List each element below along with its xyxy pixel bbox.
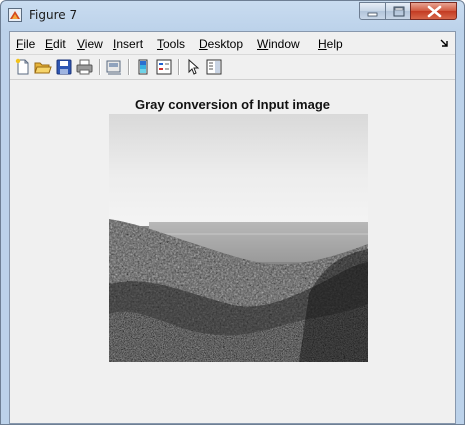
menu-help[interactable]: Help — [318, 37, 343, 51]
figure-client-area: File Edit View Insert Tools Desktop Wind… — [9, 31, 456, 424]
menu-desktop[interactable]: Desktop — [199, 37, 243, 51]
menu-tools[interactable]: Tools — [157, 37, 185, 51]
close-icon — [427, 5, 442, 18]
menu-window-mnemonic: W — [257, 37, 269, 51]
save-figure-icon[interactable] — [55, 58, 73, 76]
figure-canvas: Gray conversion of Input image — [10, 80, 455, 423]
show-plot-tools-icon[interactable] — [205, 58, 223, 76]
maximize-icon — [393, 6, 405, 17]
menu-file[interactable]: File — [16, 37, 35, 51]
menu-view-mnemonic: V — [77, 37, 85, 51]
open-file-icon[interactable] — [34, 58, 52, 76]
menu-insert-label: nsert — [116, 37, 144, 51]
matlab-figure-icon — [8, 8, 22, 22]
maximize-button[interactable] — [385, 2, 411, 20]
menu-arrow-icon[interactable] — [439, 38, 449, 48]
toolbar-separator — [128, 59, 130, 75]
menu-edit-mnemonic: E — [45, 37, 54, 51]
menu-bar: File Edit View Insert Tools Desktop Wind… — [10, 32, 455, 54]
figure-window: Figure 7 File Edit View Insert Tools Des… — [0, 0, 465, 425]
new-figure-icon[interactable] — [14, 58, 32, 76]
menu-window-label: indow — [268, 37, 300, 51]
menu-file-label: ile — [23, 37, 36, 51]
insert-legend-icon[interactable] — [155, 58, 173, 76]
print-figure-icon[interactable] — [76, 58, 94, 76]
edit-plot-icon[interactable] — [184, 58, 202, 76]
grayscale-landscape-photo — [109, 114, 368, 362]
minimize-icon — [367, 12, 378, 17]
menu-view[interactable]: View — [77, 37, 103, 51]
window-title: Figure 7 — [29, 8, 78, 22]
link-plot-icon[interactable] — [105, 58, 123, 76]
toolbar-separator — [99, 59, 101, 75]
plot-title: Gray conversion of Input image — [134, 97, 331, 112]
menu-window[interactable]: Window — [257, 37, 300, 51]
menu-edit-label: dit — [53, 37, 66, 51]
menu-help-mnemonic: H — [318, 37, 327, 51]
title-bar[interactable]: Figure 7 — [1, 1, 464, 31]
insert-colorbar-icon[interactable] — [134, 58, 152, 76]
menu-desktop-label: esktop — [207, 37, 244, 51]
menu-edit[interactable]: Edit — [45, 37, 66, 51]
menu-view-label: iew — [84, 37, 103, 51]
menu-insert[interactable]: Insert — [113, 37, 143, 51]
toolbar-separator — [178, 59, 180, 75]
menu-desktop-mnemonic: D — [199, 37, 208, 51]
menu-tools-label: ools — [163, 37, 186, 51]
minimize-button[interactable] — [359, 2, 386, 20]
menu-help-label: elp — [326, 37, 343, 51]
close-button[interactable] — [410, 2, 457, 20]
figure-toolbar — [10, 54, 455, 80]
grayscale-image[interactable] — [109, 114, 368, 362]
